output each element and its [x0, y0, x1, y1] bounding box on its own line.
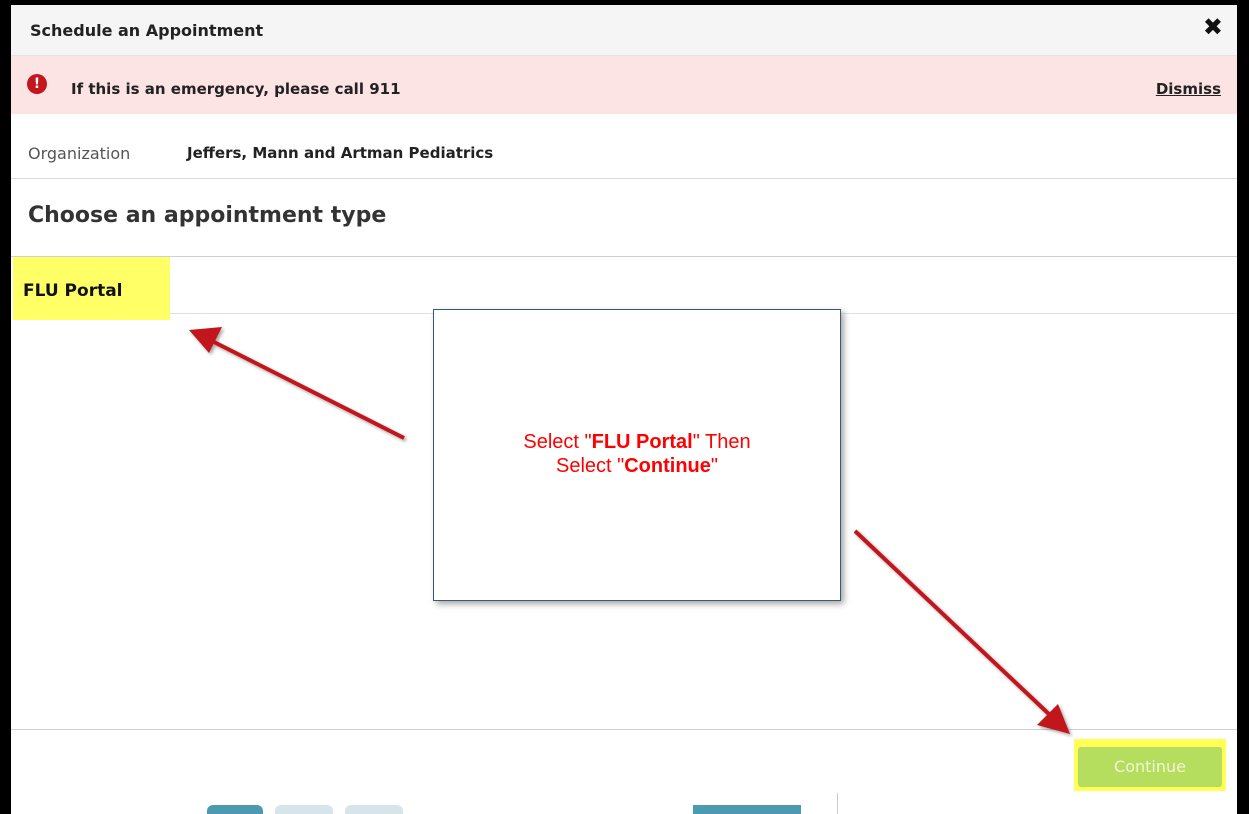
section-divider	[11, 256, 1237, 257]
screenshot-border-left	[0, 0, 11, 814]
section-title: Choose an appointment type	[28, 203, 387, 228]
emergency-alert: ! If this is an emergency, please call 9…	[11, 56, 1237, 114]
callout-emphasis-flu-portal: FLU Portal	[591, 431, 693, 453]
background-page-element	[693, 805, 801, 814]
organization-row: Organization Jeffers, Mann and Artman Pe…	[11, 114, 1237, 179]
organization-value: Jeffers, Mann and Artman Pediatrics	[187, 144, 494, 162]
close-icon[interactable]: ✖	[1203, 15, 1223, 39]
modal-title: Schedule an Appointment	[30, 21, 264, 40]
callout-text: Select "FLU Portal" Then Select "Continu…	[434, 430, 840, 478]
continue-button[interactable]: Continue	[1078, 747, 1222, 787]
callout-text-part: "	[710, 455, 718, 477]
background-page-element	[345, 805, 403, 814]
modal-header: Schedule an Appointment ✖	[11, 5, 1237, 56]
schedule-appointment-modal: Schedule an Appointment ✖ ! If this is a…	[11, 5, 1237, 814]
footer-divider	[11, 729, 1237, 730]
alert-message: If this is an emergency, please call 911	[71, 80, 401, 98]
continue-highlight: Continue	[1074, 739, 1226, 791]
screenshot-border-right	[1237, 0, 1249, 814]
background-separator	[837, 793, 838, 814]
organization-label: Organization	[28, 144, 131, 163]
appointment-type-label: FLU Portal	[23, 281, 123, 301]
callout-text-part: Select "	[555, 455, 625, 477]
callout-text-part: Select "	[523, 431, 592, 453]
background-page-element	[207, 805, 263, 814]
appointment-type-flu-portal[interactable]: FLU Portal	[13, 257, 170, 320]
callout-text-part: " Then	[692, 431, 751, 453]
callout-emphasis-continue: Continue	[624, 455, 711, 477]
exclamation-icon: !	[27, 74, 47, 94]
background-page-element	[275, 805, 333, 814]
instruction-callout: Select "FLU Portal" Then Select "Continu…	[433, 309, 841, 601]
dismiss-link[interactable]: Dismiss	[1156, 80, 1221, 98]
